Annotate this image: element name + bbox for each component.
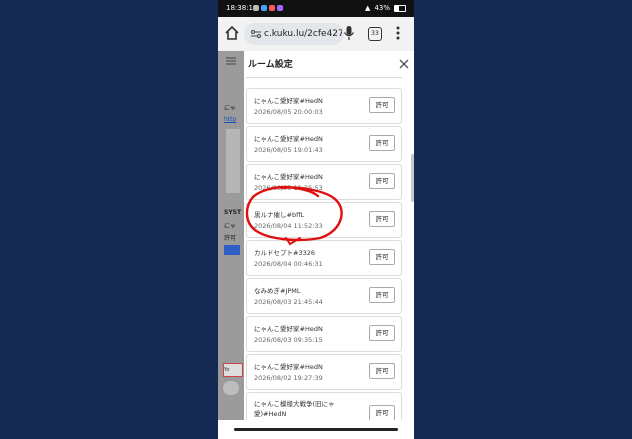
- site-settings-icon[interactable]: [250, 28, 262, 40]
- hamburger-icon: [226, 57, 236, 65]
- list-item: 黒ルナ催し#bffL 2026/08/04 11:52:33 許可: [246, 202, 402, 238]
- signal-icon: ▲: [365, 4, 371, 12]
- allow-button[interactable]: 許可: [369, 97, 395, 113]
- request-date: 2026/08/05 19:01:43: [254, 146, 323, 154]
- dialog-title: ルーム設定: [248, 60, 293, 70]
- allow-button[interactable]: 許可: [369, 173, 395, 189]
- allow-button[interactable]: 許可: [369, 249, 395, 265]
- allow-button[interactable]: 許可: [369, 287, 395, 303]
- microphone-icon[interactable]: [342, 25, 356, 41]
- allow-button[interactable]: 許可: [369, 135, 395, 151]
- notification-icon: [277, 5, 283, 11]
- background-link: http: [224, 116, 237, 123]
- user-name: にゃんこ愛好家#HedN: [254, 325, 323, 333]
- request-date: 2026/08/04 11:52:33: [254, 222, 323, 230]
- background-text: 許可: [224, 235, 237, 242]
- url-text: c.kuku.lu/2cfe427: [264, 29, 342, 39]
- user-name: 黒ルナ催し#bffL: [254, 211, 305, 219]
- request-date: 2026/08/03 21:45:44: [254, 298, 323, 306]
- background-text: にゃ: [224, 223, 237, 230]
- list-item: にゃんこ模様大戦争(旧にゃ愛)#HedN 許可: [246, 392, 402, 420]
- home-icon[interactable]: [224, 25, 240, 41]
- user-name: カルドセプト#3326: [254, 249, 315, 257]
- room-settings-dialog: ルーム設定 にゃんこ愛好家#HedN 2026/08/05 20:00:03 許…: [244, 51, 414, 420]
- status-bar: 18:38:18 ▲ 43%: [218, 0, 414, 17]
- user-name: にゃんこ愛好家#HedN: [254, 363, 323, 371]
- address-bar[interactable]: c.kuku.lu/2cfe427: [244, 23, 344, 45]
- background-image: [226, 129, 240, 193]
- list-item: なみめぎ#JPML 2026/08/03 21:45:44 許可: [246, 278, 402, 314]
- user-name: にゃんこ愛好家#HedN: [254, 97, 323, 105]
- user-name: にゃんこ愛好家#HedN: [254, 173, 323, 181]
- notification-icon: [253, 5, 259, 11]
- list-item: にゃんこ愛好家#HedN 2026/08/05 11:25:53 許可: [246, 164, 402, 200]
- allow-button[interactable]: 許可: [369, 325, 395, 341]
- background-page: にゃ http SYST にゃ 許可 Yo: [218, 51, 244, 420]
- list-item: [246, 77, 402, 78]
- list-item: カルドセプト#3326 2026/08/04 00:46:31 許可: [246, 240, 402, 276]
- allow-button[interactable]: 許可: [369, 405, 395, 420]
- overflow-menu-icon[interactable]: [396, 26, 400, 40]
- list-item: にゃんこ愛好家#HedN 2026/08/02 19:27:39 許可: [246, 354, 402, 390]
- allow-button[interactable]: 許可: [369, 363, 395, 379]
- notification-icon: [269, 5, 275, 11]
- user-name: にゃんこ愛好家#HedN: [254, 135, 323, 143]
- system-navigation-bar: [218, 420, 414, 439]
- system-status: ▲ 43%: [365, 0, 406, 17]
- phone-screen: 18:38:18 ▲ 43% c.kuku.lu/2cfe427 33 にゃ h…: [218, 0, 414, 439]
- request-date: 2026/08/04 00:46:31: [254, 260, 323, 268]
- attach-icon: [223, 381, 239, 395]
- battery-percent: 43%: [374, 4, 390, 12]
- notification-icons: [253, 5, 283, 11]
- background-button: [224, 245, 240, 255]
- gesture-handle[interactable]: [234, 428, 398, 431]
- request-date: 2026/08/02 19:27:39: [254, 374, 323, 382]
- close-icon[interactable]: [399, 59, 409, 69]
- list-item: にゃんこ愛好家#HedN 2026/08/03 09:35:15 許可: [246, 316, 402, 352]
- request-date: 2026/08/05 20:00:03: [254, 108, 323, 116]
- list-item: にゃんこ愛好家#HedN 2026/08/05 20:00:03 許可: [246, 88, 402, 124]
- user-name: にゃんこ模様大戦争(旧にゃ愛)#HedN: [254, 400, 335, 418]
- join-request-list: にゃんこ愛好家#HedN 2026/08/05 20:00:03 許可 にゃんこ…: [244, 77, 414, 420]
- request-date: 2026/08/03 09:35:15: [254, 336, 323, 344]
- battery-icon: [394, 5, 406, 12]
- user-name: なみめぎ#JPML: [254, 287, 301, 295]
- scrollbar[interactable]: [411, 154, 414, 202]
- request-date: 2026/08/05 11:25:53: [254, 184, 323, 192]
- background-text: SYST: [224, 209, 242, 216]
- list-item: にゃんこ愛好家#HedN 2026/08/05 19:01:43 許可: [246, 126, 402, 162]
- background-text: にゃ: [224, 105, 237, 112]
- notification-icon: [261, 5, 267, 11]
- tab-switcher-button[interactable]: 33: [368, 27, 382, 41]
- allow-button[interactable]: 許可: [369, 211, 395, 227]
- background-input: Yo: [223, 363, 243, 377]
- browser-toolbar: c.kuku.lu/2cfe427 33: [218, 17, 414, 52]
